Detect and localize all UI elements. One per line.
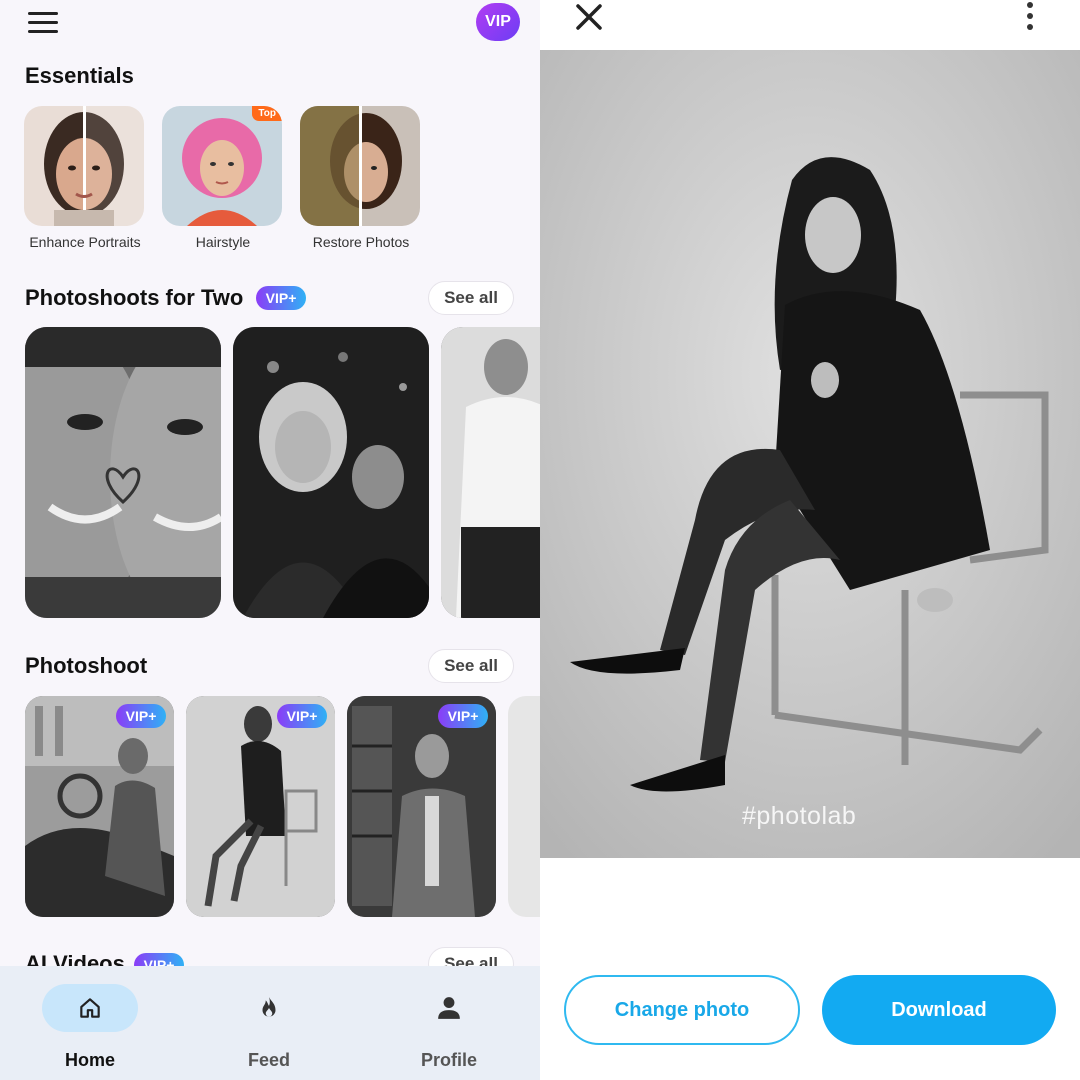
download-button[interactable]: Download: [822, 975, 1056, 1045]
close-icon[interactable]: [570, 2, 610, 34]
couple-photo-card[interactable]: [25, 327, 221, 618]
vip-plus-badge: VIP+: [438, 704, 488, 728]
vip-plus-badge: VIP+: [277, 704, 327, 728]
vip-plus-badge: VIP+: [116, 704, 166, 728]
essentials-title: Essentials: [25, 63, 134, 88]
essential-enhance-portraits[interactable]: Enhance Portraits: [24, 106, 146, 250]
enhance-portraits-label: Enhance Portraits: [29, 234, 141, 250]
nav-home-label: Home: [64, 1050, 115, 1070]
restore-photos-label: Restore Photos: [312, 234, 410, 250]
essential-hairstyle[interactable]: Top Hairstyle: [162, 106, 284, 250]
home-icon: [80, 998, 100, 1018]
photoshoot-chair-card[interactable]: VIP+: [186, 696, 335, 917]
photolab-watermark: #photolab: [742, 802, 857, 830]
change-photo-button[interactable]: Change photo: [564, 975, 800, 1045]
result-photo: #photolab: [540, 50, 1080, 858]
couple-night-photo-card[interactable]: [233, 327, 429, 618]
couple-formal-photo-card[interactable]: [441, 327, 540, 618]
top-badge: Top: [252, 106, 282, 121]
flame-icon: [262, 997, 276, 1017]
photoshoot-car-card[interactable]: VIP+: [25, 696, 174, 917]
nav-home[interactable]: Home: [30, 984, 150, 1071]
photoshoots-for-two-title: Photoshoots for Two: [25, 285, 244, 310]
hamburger-menu-icon[interactable]: [28, 12, 58, 34]
more-options-icon[interactable]: [1018, 0, 1042, 34]
result-screen: #photolab Change photo Download: [540, 0, 1080, 1080]
photoshoot-library-card[interactable]: VIP+: [347, 696, 496, 917]
nav-feed-label: Feed: [247, 1050, 290, 1070]
nav-profile-label: Profile: [420, 1050, 477, 1070]
photoshoot-see-all-button[interactable]: See all: [428, 649, 514, 683]
bottom-navigation: Home Feed Profile: [0, 966, 540, 1080]
nav-profile[interactable]: Profile: [389, 984, 509, 1071]
vip-plus-badge: VIP+: [256, 286, 306, 310]
photoshoots-for-two-see-all-button[interactable]: See all: [428, 281, 514, 315]
enhance-portraits-thumbnail: [24, 106, 144, 226]
restore-photos-thumbnail: [300, 106, 420, 226]
essential-restore-photos[interactable]: Restore Photos: [300, 106, 422, 250]
hairstyle-label: Hairstyle: [195, 234, 251, 250]
person-icon: [438, 997, 460, 1019]
nav-feed[interactable]: Feed: [209, 984, 329, 1071]
photoshoot-partial-card[interactable]: [508, 696, 540, 917]
home-screen: VIP Essentials Enhance Portraits Top Hai…: [0, 0, 540, 1080]
photoshoot-title: Photoshoot: [25, 653, 148, 678]
vip-button[interactable]: VIP: [476, 3, 520, 41]
hairstyle-thumbnail: Top: [162, 106, 282, 226]
